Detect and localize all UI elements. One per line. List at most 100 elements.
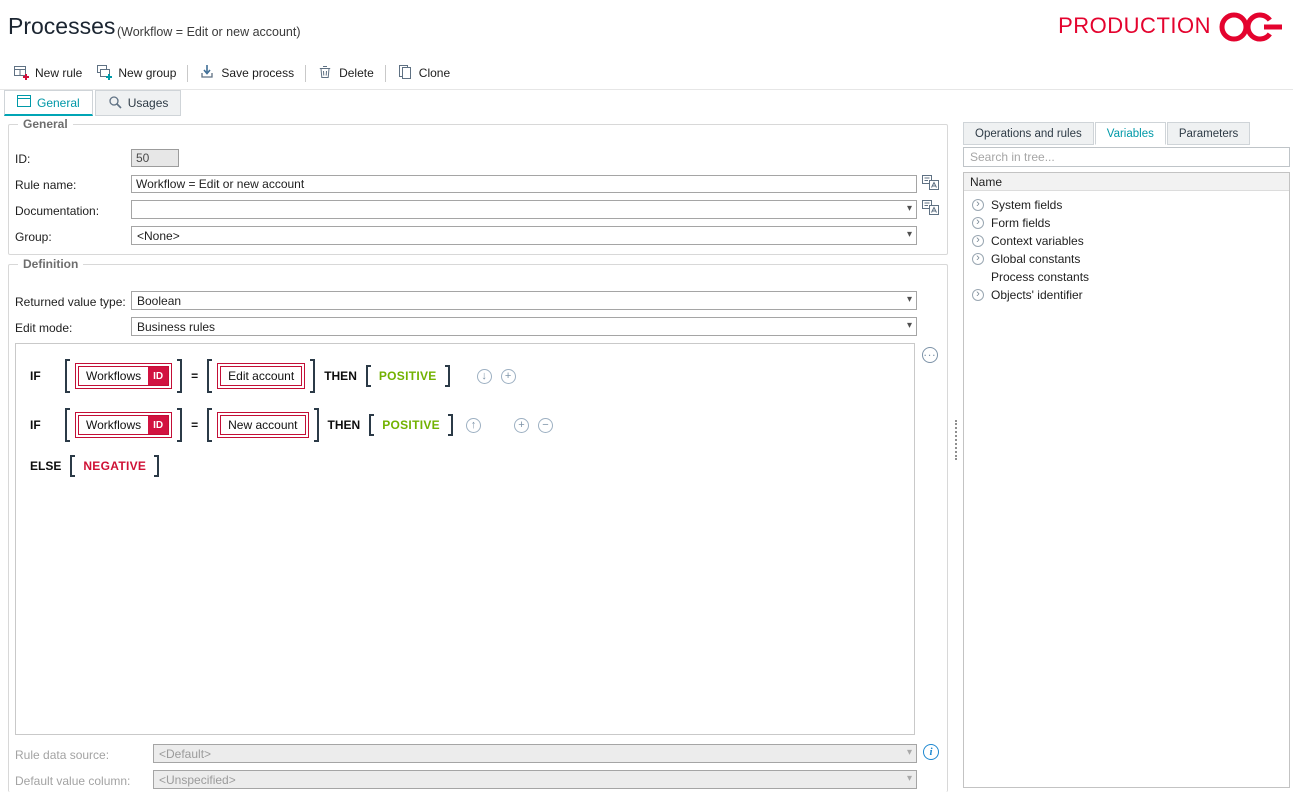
tree-item-objects-identifier[interactable]: › Objects' identifier — [964, 286, 1289, 304]
tab-operations-and-rules-label: Operations and rules — [975, 128, 1082, 140]
value-token-label: Edit account — [221, 367, 301, 385]
new-rule-label: New rule — [35, 66, 82, 80]
new-group-icon — [96, 64, 112, 83]
tree-item-process-constants[interactable]: Process constants — [964, 268, 1289, 286]
translations-icon — [922, 175, 939, 193]
result-group: POSITIVE — [366, 365, 450, 387]
rule-editor[interactable]: IF Workflows ID = — [15, 343, 915, 735]
clone-button[interactable]: Clone — [390, 60, 457, 87]
definition-section: Definition Returned value type: Boolean … — [8, 264, 948, 792]
main-tabstrip: General Usages — [0, 90, 183, 117]
documentation-combo[interactable]: ▾ — [131, 200, 917, 219]
positive-result-token[interactable]: POSITIVE — [377, 416, 445, 434]
field-token[interactable]: Workflows ID — [78, 366, 169, 386]
left-operand-group: Workflows ID — [65, 408, 182, 442]
default-value-column-value: <Unspecified> — [159, 773, 236, 787]
rule-name-field[interactable] — [131, 175, 917, 193]
page-subtitle: (Workflow = Edit or new account) — [117, 25, 301, 39]
bracket-right — [445, 365, 450, 387]
value-token[interactable]: Edit account — [220, 366, 302, 386]
move-down-icon[interactable]: ↓ — [477, 369, 492, 384]
then-keyword: THEN — [324, 369, 357, 383]
then-keyword: THEN — [328, 418, 361, 432]
general-section-legend: General — [18, 117, 73, 131]
info-icon[interactable]: i — [923, 744, 939, 760]
bracket-right — [314, 408, 319, 442]
positive-result-token[interactable]: POSITIVE — [374, 367, 442, 385]
returned-value-type-value: Boolean — [137, 294, 181, 308]
result-group: NEGATIVE — [70, 455, 159, 477]
negative-result-token[interactable]: NEGATIVE — [78, 457, 151, 475]
tree-header-label: Name — [970, 175, 1002, 189]
tree-item-context-variables[interactable]: › Context variables — [964, 232, 1289, 250]
tab-general-label: General — [37, 96, 80, 110]
bracket-right — [177, 359, 182, 393]
rule-name-translations-button[interactable] — [919, 175, 941, 193]
chevron-down-icon: ▾ — [907, 773, 912, 784]
tree-item-global-constants[interactable]: › Global constants — [964, 250, 1289, 268]
returned-value-type-combo[interactable]: Boolean ▾ — [131, 291, 917, 310]
rule-data-source-label: Rule data source: — [15, 748, 109, 762]
brand-logo-icon — [1215, 9, 1287, 48]
rule-else-row: ELSE NEGATIVE — [30, 454, 159, 478]
bracket-right — [310, 359, 315, 393]
tree-item-label: System fields — [991, 198, 1062, 212]
expand-icon[interactable]: › — [972, 289, 984, 301]
new-group-button[interactable]: New group — [89, 60, 183, 87]
tab-usages[interactable]: Usages — [95, 90, 182, 116]
clone-icon — [397, 64, 413, 83]
field-token[interactable]: Workflows ID — [78, 415, 169, 435]
group-combo[interactable]: <None> ▾ — [131, 226, 917, 245]
editor-options-icon[interactable]: ... — [922, 347, 938, 363]
remove-condition-icon[interactable]: − — [538, 418, 553, 433]
delete-button[interactable]: Delete — [310, 60, 381, 87]
edit-mode-combo[interactable]: Business rules ▾ — [131, 317, 917, 336]
bracket-right — [177, 408, 182, 442]
add-condition-icon[interactable]: + — [514, 418, 529, 433]
clone-label: Clone — [419, 66, 450, 80]
save-process-button[interactable]: Save process — [192, 60, 301, 87]
right-operand-group: Edit account — [207, 359, 315, 393]
tree-item-form-fields[interactable]: › Form fields — [964, 214, 1289, 232]
search-input[interactable] — [963, 147, 1290, 167]
expand-icon[interactable]: › — [972, 253, 984, 265]
expand-icon[interactable]: › — [972, 199, 984, 211]
move-up-icon[interactable]: ↑ — [466, 418, 481, 433]
chevron-down-icon: ▾ — [907, 320, 912, 331]
tree-item-label: Process constants — [991, 270, 1089, 284]
equals-operator: = — [191, 418, 198, 432]
documentation-translations-button[interactable] — [919, 200, 941, 218]
default-value-column-label: Default value column: — [15, 774, 130, 788]
bracket-right — [154, 455, 159, 477]
tab-variables[interactable]: Variables — [1095, 122, 1166, 145]
value-token[interactable]: New account — [220, 415, 305, 435]
general-tab-icon — [17, 95, 31, 110]
rule-name-label: Rule name: — [15, 178, 76, 192]
id-label: ID: — [15, 152, 30, 166]
bracket-right — [448, 414, 453, 436]
chevron-down-icon: ▾ — [907, 203, 912, 214]
field-token-badge: ID — [148, 367, 168, 385]
panel-splitter[interactable] — [955, 420, 958, 460]
new-rule-button[interactable]: New rule — [6, 60, 89, 87]
right-panel-tabstrip: Operations and rules Variables Parameter… — [963, 122, 1251, 145]
tree-item-system-fields[interactable]: › System fields — [964, 196, 1289, 214]
tab-parameters[interactable]: Parameters — [1167, 122, 1250, 145]
field-token-label: Workflows — [79, 416, 148, 434]
tab-operations-and-rules[interactable]: Operations and rules — [963, 122, 1094, 145]
tab-general[interactable]: General — [4, 90, 93, 116]
rule-data-source-combo: <Default> ▾ — [153, 744, 917, 763]
add-condition-icon[interactable]: + — [501, 369, 516, 384]
toolbar: New rule New group Save process Delete — [0, 57, 1293, 90]
save-process-icon — [199, 64, 215, 83]
variables-tree: Name › System fields › Form fields › Con… — [963, 172, 1290, 788]
expand-icon[interactable]: › — [972, 217, 984, 229]
chevron-down-icon: ▾ — [907, 229, 912, 240]
expand-icon[interactable]: › — [972, 235, 984, 247]
translations-icon — [922, 200, 939, 218]
tab-usages-label: Usages — [128, 96, 169, 110]
rule-condition-row: IF Workflows ID = — [30, 356, 516, 396]
tree-item-label: Context variables — [991, 234, 1084, 248]
right-operand-group: New account — [207, 408, 318, 442]
documentation-label: Documentation: — [15, 204, 99, 218]
